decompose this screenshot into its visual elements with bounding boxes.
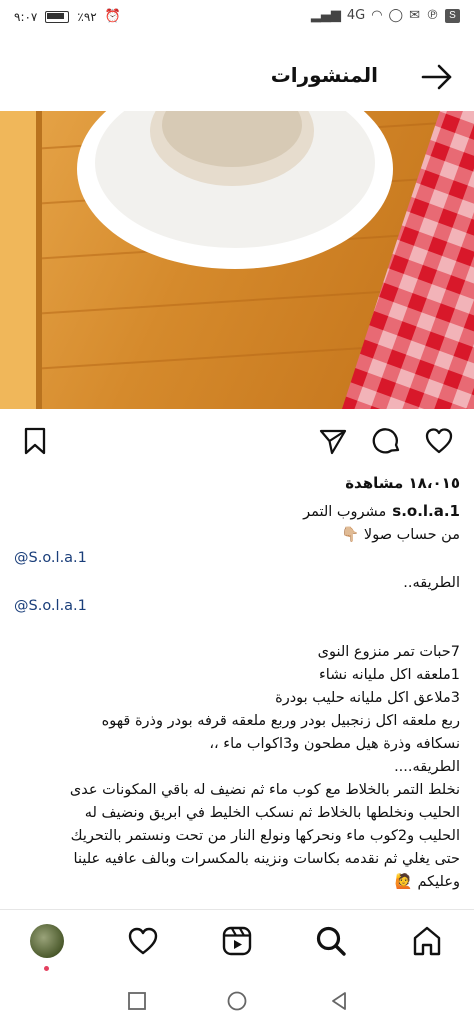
pinterest-icon: ℗ bbox=[426, 8, 439, 23]
caption-first-line: s.o.l.a.1 مشروب التمر bbox=[14, 500, 460, 524]
system-nav-bar bbox=[0, 984, 474, 1026]
post-image[interactable] bbox=[0, 111, 474, 409]
page-title: المنشورات bbox=[270, 63, 378, 87]
arrow-right-icon[interactable] bbox=[420, 63, 454, 91]
caption-line: وعليكم 🙋 bbox=[394, 874, 460, 890]
bookmark-icon[interactable] bbox=[20, 426, 50, 456]
status-left: ٩:٠٧ ٪٩٢ ⏰ bbox=[14, 9, 121, 25]
signal-icon: ▂▄▆ bbox=[310, 8, 341, 23]
send-icon[interactable] bbox=[318, 426, 348, 456]
bottom-nav bbox=[0, 909, 474, 974]
whatsapp-icon: ◯ bbox=[388, 8, 404, 23]
caption-line: نسكافه وذرة هيل مطحون و3اكواب ماء ،، bbox=[209, 736, 460, 752]
caption-line: حتى يغلي ثم نقدمه بكاسات ونزينه بالمكسرا… bbox=[73, 851, 460, 867]
s-app-icon: S bbox=[445, 9, 460, 23]
mention-link[interactable]: @S.o.l.a.1 bbox=[14, 595, 460, 618]
notification-dot bbox=[44, 966, 49, 971]
mention-link[interactable]: @S.o.l.a.1 bbox=[14, 547, 460, 570]
status-bar: ٩:٠٧ ٪٩٢ ⏰ ▂▄▆ 4G ◠ ◯ ✉ ℗ S bbox=[0, 0, 474, 36]
search-icon[interactable] bbox=[314, 924, 348, 958]
post-username[interactable]: s.o.l.a.1 bbox=[392, 502, 460, 520]
caption-line: نخلط التمر بالخلاط مع كوب ماء ثم نضيف له… bbox=[69, 782, 460, 798]
caption-line: من حساب صولا 👇🏼 bbox=[341, 527, 460, 543]
post-caption: s.o.l.a.1 مشروب التمر من حساب صولا 👇🏼 @S.… bbox=[14, 500, 460, 894]
heart-icon[interactable] bbox=[424, 426, 454, 456]
caption-line: الطريقه.... bbox=[394, 759, 460, 775]
caption-line: مشروب التمر bbox=[303, 504, 387, 520]
caption-line: الحليب و2كوب ماء ونحركها ونولع النار من … bbox=[70, 828, 460, 844]
caption-line: ربع ملعقه اكل زنجبيل بودر وربع ملعقه قرف… bbox=[101, 713, 460, 729]
back-button[interactable] bbox=[328, 990, 350, 1012]
alarm-icon: ⏰ bbox=[104, 9, 121, 24]
caption-line: الطريقه.. bbox=[403, 575, 460, 591]
home-button[interactable] bbox=[226, 990, 248, 1012]
caption-line: 7حبات تمر منزوع النوى bbox=[317, 644, 460, 660]
reels-icon[interactable] bbox=[220, 924, 254, 958]
view-count: ١٨،٠١٥ مشاهدة bbox=[345, 474, 460, 492]
profile-avatar[interactable] bbox=[30, 924, 64, 958]
network-type: 4G bbox=[346, 8, 366, 23]
mail-icon: ✉ bbox=[409, 8, 420, 23]
wifi-icon: ◠ bbox=[371, 8, 383, 23]
comment-icon[interactable] bbox=[372, 426, 402, 456]
battery-level: ٪٩٢ bbox=[77, 10, 97, 24]
status-right: ▂▄▆ 4G ◠ ◯ ✉ ℗ S bbox=[311, 9, 460, 23]
clock-time: ٩:٠٧ bbox=[14, 10, 38, 24]
recents-button[interactable] bbox=[126, 990, 148, 1012]
post-actions bbox=[0, 420, 474, 460]
battery-icon bbox=[45, 11, 70, 23]
caption-line: الحليب ونخلطها بالخلاط ثم نسكب الخليط في… bbox=[84, 805, 460, 821]
page-header: المنشورات bbox=[0, 50, 474, 102]
heart-icon[interactable] bbox=[126, 924, 160, 958]
post-photo bbox=[0, 111, 474, 409]
caption-line: 3ملاعق اكل مليانه حليب بودرة bbox=[275, 690, 460, 706]
caption-line: 1ملعقه اكل مليانه نشاء bbox=[318, 667, 460, 683]
home-icon[interactable] bbox=[410, 924, 444, 958]
